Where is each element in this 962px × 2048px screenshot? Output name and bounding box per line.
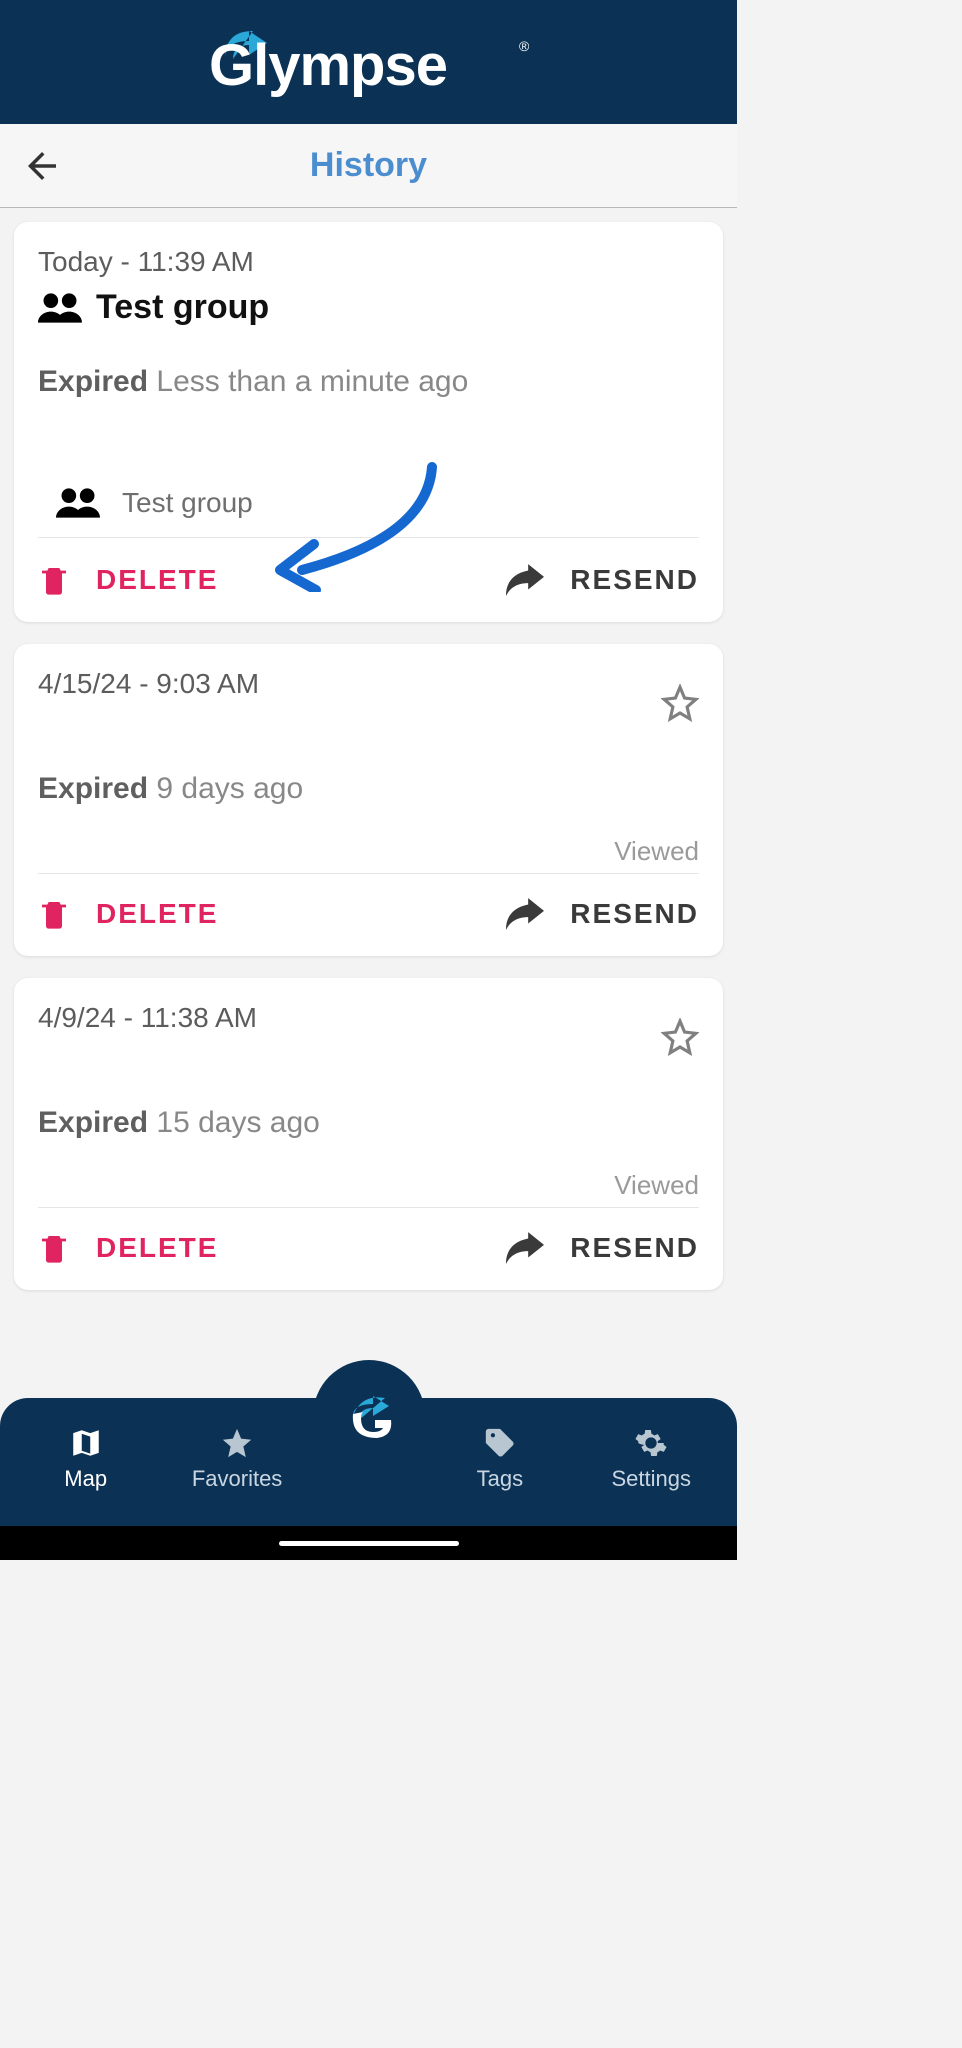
status-row: Expired 15 days ago bbox=[38, 1106, 699, 1140]
page-header: History bbox=[0, 124, 737, 208]
bottom-nav: Map Favorites Tags Settings bbox=[0, 1398, 737, 1526]
status-detail: 9 days ago bbox=[156, 772, 303, 805]
card-actions: DELETE RESEND bbox=[38, 538, 699, 598]
status-detail: Less than a minute ago bbox=[156, 365, 468, 398]
history-list: Today - 11:39 AM Test group Expired Less… bbox=[0, 208, 737, 1560]
delete-button[interactable]: DELETE bbox=[38, 896, 218, 932]
favorite-toggle[interactable] bbox=[661, 1018, 699, 1061]
trash-icon bbox=[38, 896, 70, 932]
delete-button[interactable]: DELETE bbox=[38, 562, 218, 598]
viewed-label: Viewed bbox=[38, 1170, 699, 1201]
glympse-logo: Glympse ® bbox=[209, 23, 529, 101]
history-card[interactable]: 4/15/24 - 9:03 AM Expired 9 days ago Vie… bbox=[14, 644, 723, 956]
glympse-fab[interactable] bbox=[319, 1366, 419, 1466]
share-arrow-icon bbox=[506, 898, 544, 930]
delete-label: DELETE bbox=[96, 898, 218, 930]
viewed-label: Viewed bbox=[38, 836, 699, 867]
star-icon bbox=[220, 1426, 254, 1460]
glympse-fab-icon bbox=[333, 1380, 405, 1452]
star-outline-icon bbox=[661, 1018, 699, 1056]
map-icon bbox=[69, 1426, 103, 1460]
nav-favorites[interactable]: Favorites bbox=[167, 1426, 307, 1492]
card-title: Test group bbox=[96, 288, 269, 327]
card-actions: DELETE RESEND bbox=[38, 873, 699, 932]
status-detail: 15 days ago bbox=[156, 1106, 319, 1139]
trash-icon bbox=[38, 562, 70, 598]
history-card[interactable]: 4/9/24 - 11:38 AM Expired 15 days ago Vi… bbox=[14, 978, 723, 1290]
nav-tags[interactable]: Tags bbox=[430, 1426, 570, 1492]
nav-label: Map bbox=[64, 1466, 107, 1492]
share-arrow-icon bbox=[506, 564, 544, 596]
bottom-nav-container: Map Favorites Tags Settings bbox=[0, 1398, 737, 1560]
status-label: Expired bbox=[38, 365, 148, 398]
card-timestamp: 4/15/24 - 9:03 AM bbox=[38, 668, 699, 700]
nav-label: Favorites bbox=[192, 1466, 282, 1492]
gear-icon bbox=[634, 1426, 668, 1460]
nav-settings[interactable]: Settings bbox=[581, 1426, 721, 1492]
member-name: Test group bbox=[122, 487, 253, 519]
resend-label: RESEND bbox=[570, 564, 699, 596]
status-row: Expired Less than a minute ago bbox=[38, 365, 699, 399]
group-icon bbox=[56, 488, 100, 518]
share-arrow-icon bbox=[506, 1232, 544, 1264]
page-title: History bbox=[0, 146, 737, 185]
arrow-left-icon bbox=[21, 145, 63, 187]
favorite-toggle[interactable] bbox=[661, 684, 699, 727]
resend-button[interactable]: RESEND bbox=[506, 564, 699, 596]
status-label: Expired bbox=[38, 1106, 148, 1139]
delete-label: DELETE bbox=[96, 1232, 218, 1264]
resend-label: RESEND bbox=[570, 898, 699, 930]
nav-label: Tags bbox=[477, 1466, 523, 1492]
star-outline-icon bbox=[661, 684, 699, 722]
system-home-bar bbox=[0, 1526, 737, 1560]
delete-button[interactable]: DELETE bbox=[38, 1230, 218, 1266]
resend-button[interactable]: RESEND bbox=[506, 898, 699, 930]
svg-text:®: ® bbox=[519, 38, 529, 54]
back-button[interactable] bbox=[18, 142, 66, 190]
group-icon bbox=[38, 293, 82, 323]
tag-icon bbox=[483, 1426, 517, 1460]
member-row[interactable]: Test group bbox=[38, 469, 699, 538]
card-timestamp: Today - 11:39 AM bbox=[38, 246, 699, 278]
nav-label: Settings bbox=[612, 1466, 692, 1492]
delete-label: DELETE bbox=[96, 564, 218, 596]
resend-button[interactable]: RESEND bbox=[506, 1232, 699, 1264]
status-row: Expired 9 days ago bbox=[38, 772, 699, 806]
card-timestamp: 4/9/24 - 11:38 AM bbox=[38, 1002, 699, 1034]
trash-icon bbox=[38, 1230, 70, 1266]
history-card[interactable]: Today - 11:39 AM Test group Expired Less… bbox=[14, 222, 723, 622]
brand-header: Glympse ® bbox=[0, 0, 737, 124]
resend-label: RESEND bbox=[570, 1232, 699, 1264]
card-actions: DELETE RESEND bbox=[38, 1207, 699, 1266]
nav-map[interactable]: Map bbox=[16, 1426, 156, 1492]
home-indicator[interactable] bbox=[279, 1541, 459, 1546]
svg-text:Glympse: Glympse bbox=[209, 33, 447, 98]
status-label: Expired bbox=[38, 772, 148, 805]
